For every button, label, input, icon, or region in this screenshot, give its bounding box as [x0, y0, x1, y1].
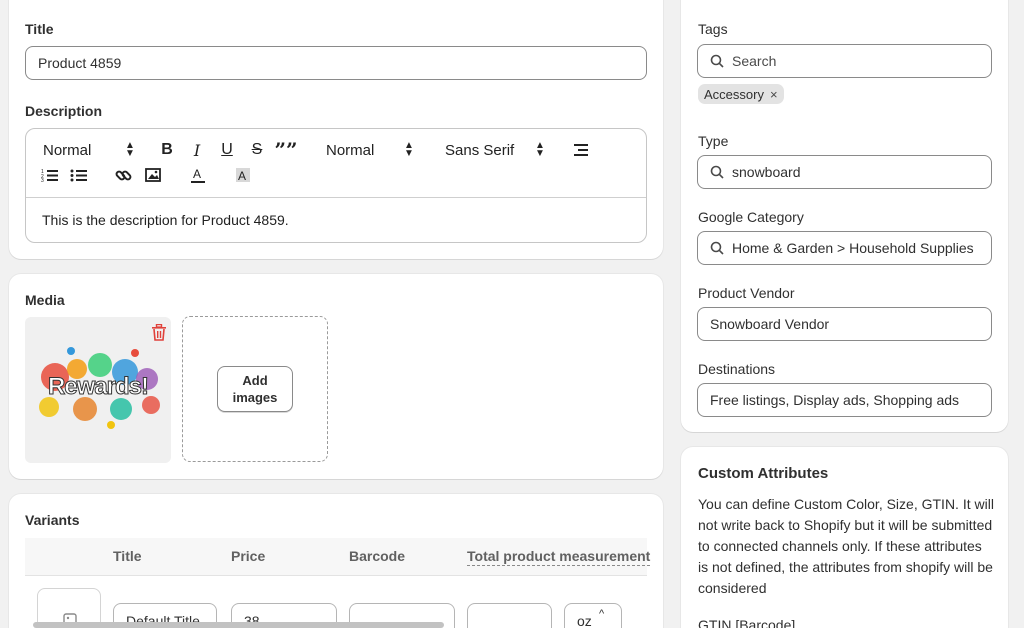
add-images-label: Add images — [232, 373, 278, 405]
tags-search-placeholder: Search — [732, 53, 777, 69]
add-images-button[interactable]: Add images — [217, 366, 293, 412]
quote-icon[interactable]: ”” — [275, 138, 298, 162]
description-label: Description — [25, 103, 103, 119]
search-icon — [710, 241, 724, 255]
type-value: snowboard — [732, 164, 801, 180]
destinations-input[interactable]: Free listings, Display ads, Shopping ads — [697, 383, 992, 417]
underline-icon[interactable]: U — [218, 141, 236, 159]
custom-attributes-title: Custom Attributes — [698, 465, 829, 482]
bullet-list-icon[interactable] — [69, 166, 87, 184]
type-label: Type — [698, 133, 729, 149]
ordered-list-icon[interactable]: 123 — [40, 166, 58, 184]
delete-media-icon[interactable] — [151, 323, 167, 341]
strikethrough-icon[interactable]: S — [248, 141, 266, 159]
custom-attributes-description: You can define Custom Color, Size, GTIN.… — [698, 496, 994, 596]
rewards-image-text: Rewards! — [47, 373, 149, 401]
bold-icon[interactable]: B — [158, 141, 176, 159]
gtin-label: GTIN [Barcode] — [698, 617, 796, 628]
svg-text:A: A — [193, 167, 201, 181]
select-arrows-icon: ▲ ▼ — [535, 140, 545, 159]
google-category-value: Home & Garden > Household Supplies — [732, 240, 974, 256]
size-select-value: Normal — [326, 141, 375, 159]
tag-chip: Accessory × — [698, 84, 784, 104]
size-select[interactable]: Normal ▲ ▼ — [326, 141, 414, 159]
variant-unit-value: oz — [577, 613, 592, 628]
variants-label: Variants — [25, 512, 80, 528]
tags-search-input[interactable]: Search — [697, 44, 992, 78]
description-text[interactable]: This is the description for Product 4859… — [42, 212, 289, 228]
font-select-value: Sans Serif — [445, 141, 515, 159]
product-vendor-input[interactable]: Snowboard Vendor — [697, 307, 992, 341]
media-thumbnail[interactable]: Rewards! — [25, 317, 171, 463]
search-icon — [710, 165, 724, 179]
media-label: Media — [25, 292, 65, 308]
horizontal-scrollbar[interactable] — [33, 622, 444, 628]
type-input[interactable]: snowboard — [697, 155, 992, 189]
italic-icon[interactable]: I — [188, 141, 206, 160]
text-color-icon[interactable]: A — [189, 166, 207, 184]
google-category-input[interactable]: Home & Garden > Household Supplies — [697, 231, 992, 265]
close-icon[interactable]: × — [770, 87, 778, 102]
editor-divider — [26, 197, 646, 198]
select-arrows-icon: ▲ ▼ — [404, 140, 414, 159]
svg-text:3: 3 — [41, 178, 44, 182]
col-title: Title — [113, 548, 142, 564]
search-icon — [710, 54, 724, 68]
select-arrows-icon: ▲ ▼ — [125, 140, 135, 159]
destinations-label: Destinations — [698, 361, 776, 377]
format-select-value: Normal — [43, 141, 92, 159]
tags-label: Tags — [698, 21, 728, 37]
image-icon[interactable] — [144, 166, 162, 184]
chevron-up-icon: ^ — [599, 608, 605, 620]
align-icon[interactable] — [571, 141, 589, 159]
svg-text:A: A — [238, 169, 246, 183]
variant-unit-select[interactable]: oz ^ — [564, 603, 622, 628]
variant-measurement-input[interactable] — [467, 603, 552, 628]
google-category-label: Google Category — [698, 209, 804, 225]
title-label: Title — [25, 21, 54, 37]
title-input[interactable]: Product 4859 — [25, 46, 647, 80]
col-total-measurement: Total product measurement — [467, 548, 651, 566]
col-barcode: Barcode — [349, 548, 406, 564]
col-price: Price — [231, 548, 266, 564]
highlight-icon[interactable]: A — [234, 166, 252, 184]
link-icon[interactable] — [114, 166, 132, 184]
font-select[interactable]: Sans Serif ▲ ▼ — [445, 141, 545, 159]
format-select[interactable]: Normal ▲ ▼ — [43, 141, 135, 159]
tag-chip-label: Accessory — [704, 86, 764, 102]
product-vendor-label: Product Vendor — [698, 285, 795, 301]
